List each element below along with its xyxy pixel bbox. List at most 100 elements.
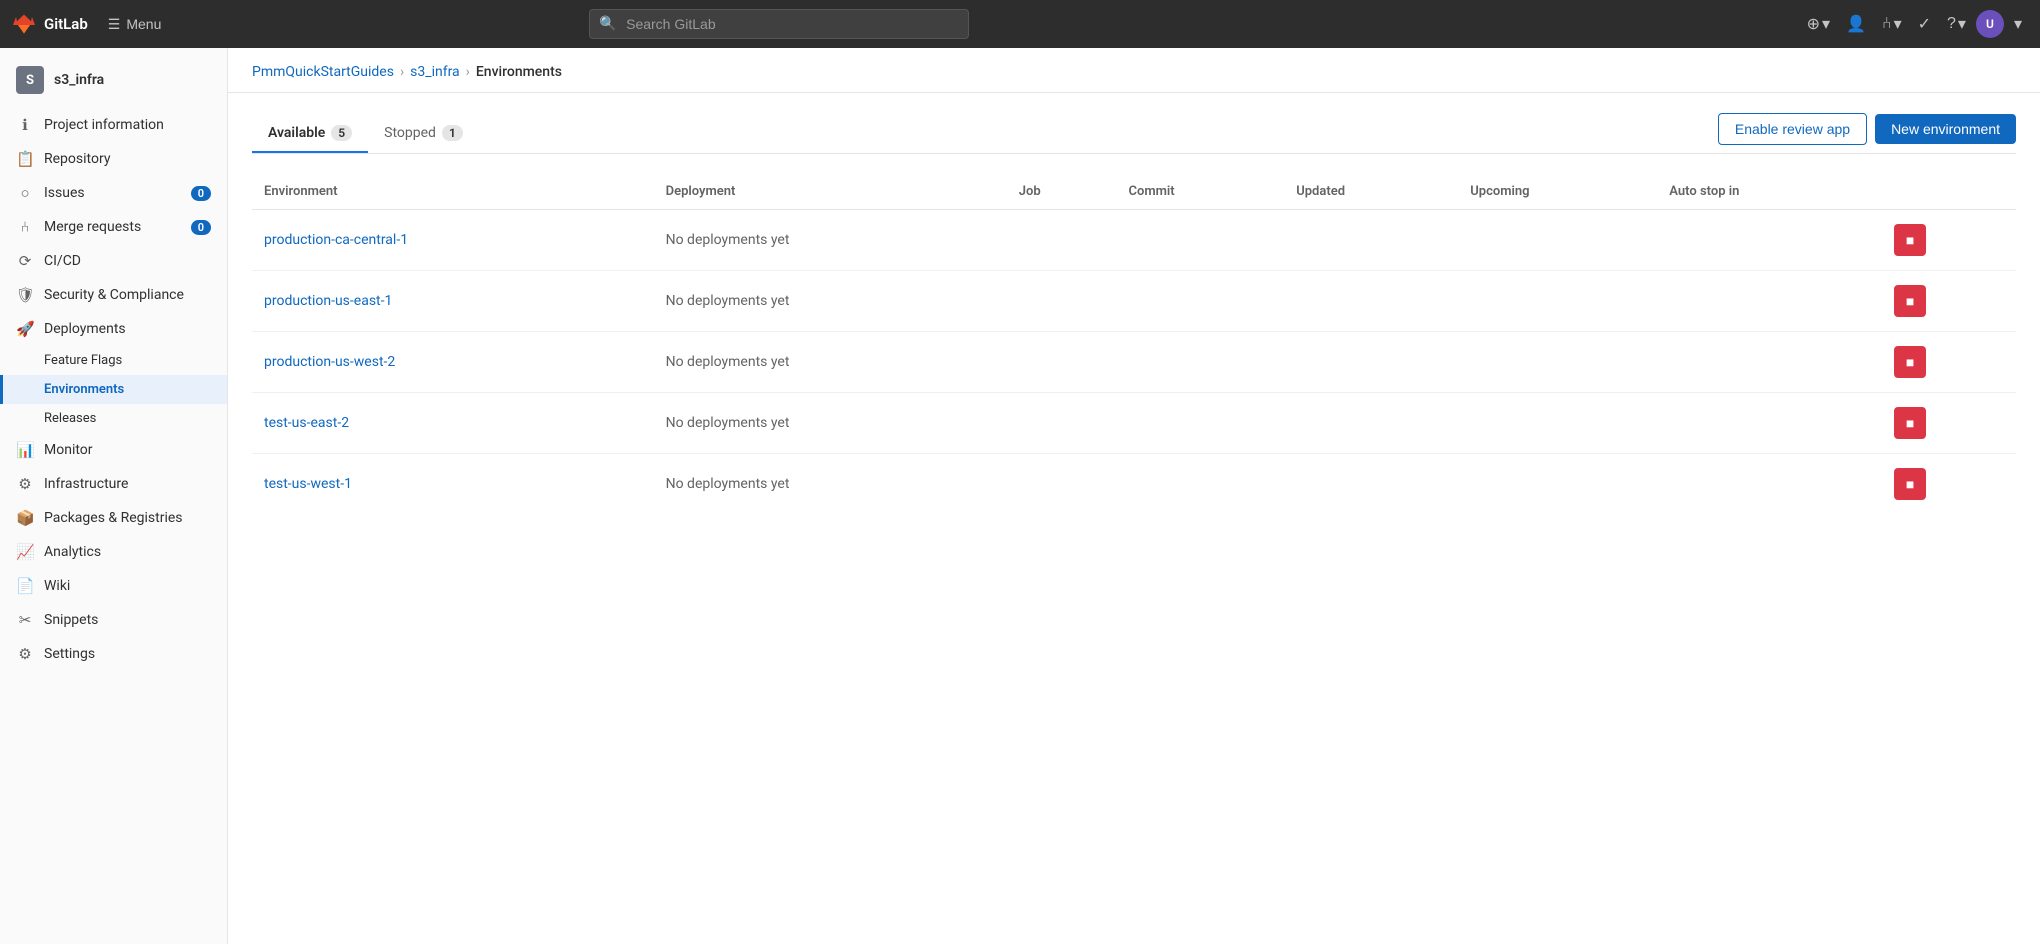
env-deployment-cell: No deployments yet (654, 393, 1007, 454)
env-name-link[interactable]: test-us-east-2 (264, 415, 349, 431)
env-job-cell (1007, 393, 1117, 454)
env-name-link[interactable]: test-us-west-1 (264, 476, 352, 492)
env-updated-cell (1284, 332, 1458, 393)
navbar-actions: ⊕ ▾ 👤 ⑃ ▾ ✓ ? ▾ U ▾ (1801, 8, 2028, 40)
enable-review-app-button[interactable]: Enable review app (1718, 113, 1867, 145)
cicd-icon: ⟳ (16, 252, 34, 270)
env-name-link[interactable]: production-us-west-2 (264, 354, 395, 370)
env-name-link[interactable]: production-ca-central-1 (264, 232, 408, 248)
merge-request-icon-btn[interactable]: ⑃ ▾ (1876, 8, 1908, 40)
merge-requests-icon: ⑃ (16, 218, 34, 236)
monitor-icon: 📊 (16, 441, 34, 459)
search-icon: 🔍 (599, 16, 616, 32)
col-commit: Commit (1116, 174, 1284, 210)
sidebar-item-repository[interactable]: 📋 Repository (0, 142, 227, 176)
tab-stopped[interactable]: Stopped 1 (368, 115, 479, 153)
infrastructure-icon: ⚙ (16, 475, 34, 493)
stop-environment-button[interactable]: ■ (1894, 285, 1926, 317)
no-deployments-text: No deployments yet (666, 232, 790, 248)
breadcrumb-link-org[interactable]: PmmQuickStartGuides (252, 64, 394, 80)
env-deployment-cell: No deployments yet (654, 271, 1007, 332)
menu-button[interactable]: ☰ Menu (100, 12, 170, 37)
new-environment-button[interactable]: New environment (1875, 114, 2016, 144)
env-upcoming-cell (1458, 454, 1657, 515)
env-deployment-cell: No deployments yet (654, 454, 1007, 515)
col-auto-stop-in: Auto stop in (1657, 174, 1882, 210)
tab-available[interactable]: Available 5 (252, 115, 368, 153)
help-button[interactable]: ? ▾ (1941, 8, 1972, 40)
env-name-cell: test-us-west-1 (252, 454, 654, 515)
env-commit-cell (1116, 454, 1284, 515)
sidebar-subitem-feature-flags[interactable]: Feature Flags (0, 346, 227, 375)
gitlab-wordmark: GitLab (44, 15, 88, 33)
env-updated-cell (1284, 210, 1458, 271)
content-area: Available 5 Stopped 1 Enable review app … (228, 93, 2040, 534)
env-name-cell: test-us-east-2 (252, 393, 654, 454)
env-name-cell: production-us-west-2 (252, 332, 654, 393)
env-commit-cell (1116, 393, 1284, 454)
col-environment: Environment (252, 174, 654, 210)
stop-environment-button[interactable]: ■ (1894, 346, 1926, 378)
env-updated-cell (1284, 271, 1458, 332)
wiki-icon: 📄 (16, 577, 34, 595)
project-avatar: S (16, 66, 44, 94)
chevron-down-icon-4: ▾ (2014, 14, 2022, 34)
env-upcoming-cell (1458, 332, 1657, 393)
main-content: PmmQuickStartGuides › s3_infra › Environ… (228, 48, 2040, 944)
sidebar: S s3_infra ℹ Project information 📋 Repos… (0, 48, 228, 944)
env-job-cell (1007, 210, 1117, 271)
env-job-cell (1007, 332, 1117, 393)
sidebar-item-analytics[interactable]: 📈 Analytics (0, 535, 227, 569)
env-autostop-cell (1657, 271, 1882, 332)
sidebar-item-security-compliance[interactable]: 🛡 Security & Compliance (0, 278, 227, 312)
analytics-icon: 📈 (16, 543, 34, 561)
profile-icon-btn[interactable]: 👤 (1840, 8, 1872, 40)
tab-actions: Enable review app New environment (1718, 113, 2016, 153)
table-row: test-us-west-1 No deployments yet ■ (252, 454, 2016, 515)
env-actions-cell: ■ (1882, 393, 2016, 454)
env-name-cell: production-us-east-1 (252, 271, 654, 332)
env-autostop-cell (1657, 210, 1882, 271)
stop-environment-button[interactable]: ■ (1894, 224, 1926, 256)
sidebar-item-infrastructure[interactable]: ⚙ Infrastructure (0, 467, 227, 501)
sidebar-item-deployments[interactable]: 🚀 Deployments (0, 312, 227, 346)
breadcrumb-link-project[interactable]: s3_infra (410, 64, 460, 80)
sidebar-item-issues[interactable]: ○ Issues 0 (0, 176, 227, 210)
sidebar-item-project-information[interactable]: ℹ Project information (0, 108, 227, 142)
stop-environment-button[interactable]: ■ (1894, 468, 1926, 500)
stop-icon: ■ (1906, 415, 1914, 431)
no-deployments-text: No deployments yet (666, 293, 790, 309)
table-row: test-us-east-2 No deployments yet ■ (252, 393, 2016, 454)
sidebar-item-merge-requests[interactable]: ⑃ Merge requests 0 (0, 210, 227, 244)
sidebar-item-monitor[interactable]: 📊 Monitor (0, 433, 227, 467)
search-input[interactable] (589, 9, 969, 39)
create-button[interactable]: ⊕ ▾ (1801, 8, 1836, 40)
env-updated-cell (1284, 454, 1458, 515)
deployments-icon: 🚀 (16, 320, 34, 338)
stop-icon: ■ (1906, 232, 1914, 248)
sidebar-item-cicd[interactable]: ⟳ CI/CD (0, 244, 227, 278)
env-name-link[interactable]: production-us-east-1 (264, 293, 392, 309)
avatar-dropdown-btn[interactable]: ▾ (2008, 8, 2028, 40)
gitlab-logo-icon (12, 12, 36, 36)
no-deployments-text: No deployments yet (666, 415, 790, 431)
sidebar-item-packages-registries[interactable]: 📦 Packages & Registries (0, 501, 227, 535)
sidebar-item-wiki[interactable]: 📄 Wiki (0, 569, 227, 603)
env-updated-cell (1284, 393, 1458, 454)
avatar[interactable]: U (1976, 10, 2004, 38)
issues-icon-btn[interactable]: ✓ (1912, 8, 1937, 40)
sidebar-subitem-environments[interactable]: Environments (0, 375, 227, 404)
sidebar-item-settings[interactable]: ⚙ Settings (0, 637, 227, 671)
no-deployments-text: No deployments yet (666, 476, 790, 492)
sidebar-item-snippets[interactable]: ✂ Snippets (0, 603, 227, 637)
shield-icon: 🛡 (16, 286, 34, 304)
sidebar-project-header: S s3_infra (0, 56, 227, 104)
profile-icon: 👤 (1846, 14, 1866, 34)
env-autostop-cell (1657, 332, 1882, 393)
stop-environment-button[interactable]: ■ (1894, 407, 1926, 439)
gitlab-brand[interactable]: GitLab (12, 12, 88, 36)
issues-icon: ○ (16, 184, 34, 202)
sidebar-subitem-releases[interactable]: Releases (0, 404, 227, 433)
tabs-bar: Available 5 Stopped 1 Enable review app … (252, 113, 2016, 154)
table-row: production-us-west-2 No deployments yet … (252, 332, 2016, 393)
